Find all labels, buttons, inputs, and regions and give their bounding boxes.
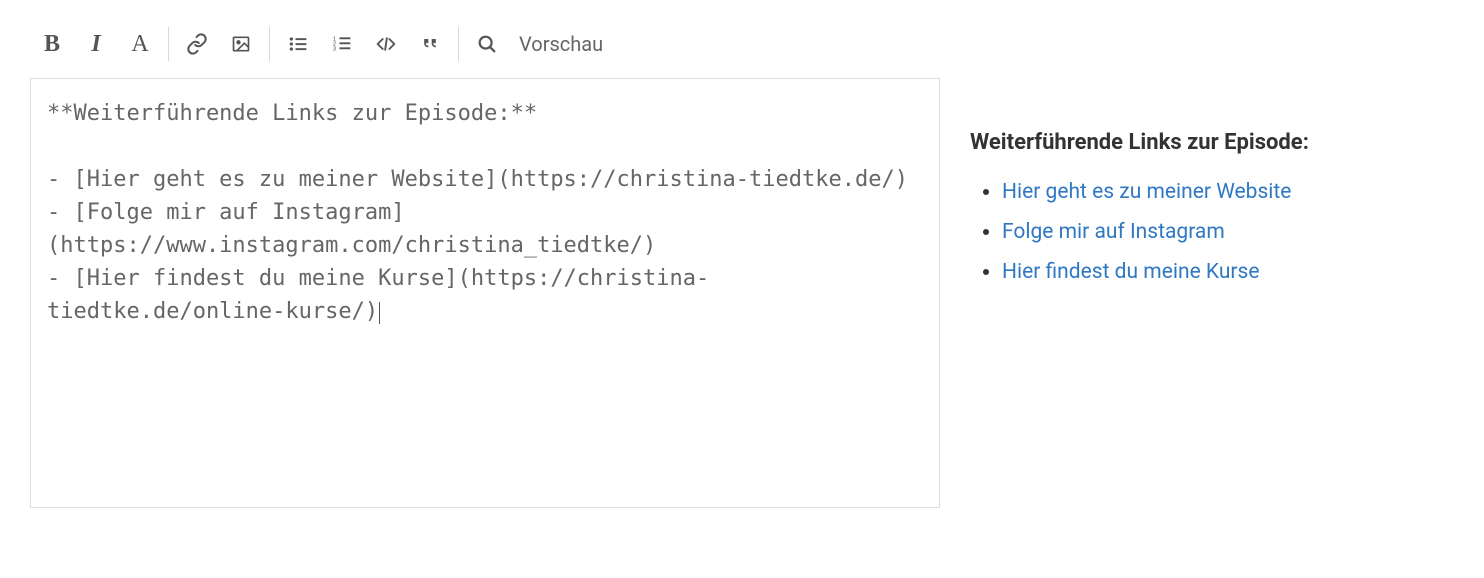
preview-toggle[interactable]: Vorschau bbox=[519, 32, 603, 56]
search-icon bbox=[476, 33, 498, 55]
search-button[interactable] bbox=[465, 24, 509, 64]
code-icon bbox=[374, 34, 398, 54]
list-item: Hier geht es zu meiner Website bbox=[1002, 173, 1454, 213]
editor-content: **Weiterführende Links zur Episode:** - … bbox=[47, 101, 908, 324]
markdown-editor[interactable]: **Weiterführende Links zur Episode:** - … bbox=[30, 78, 940, 508]
quote-icon bbox=[419, 34, 441, 54]
image-icon bbox=[230, 34, 252, 54]
quote-button[interactable] bbox=[408, 24, 452, 64]
font-icon: A bbox=[131, 31, 148, 58]
list-item: Hier findest du meine Kurse bbox=[1002, 253, 1454, 293]
ordered-list-button[interactable]: 123 bbox=[320, 24, 364, 64]
preview-link-list: Hier geht es zu meiner Website Folge mir… bbox=[970, 173, 1454, 293]
ordered-list-icon: 123 bbox=[331, 34, 353, 54]
preview-link[interactable]: Hier geht es zu meiner Website bbox=[1002, 180, 1291, 204]
italic-button[interactable]: I bbox=[74, 24, 118, 64]
list-item: Folge mir auf Instagram bbox=[1002, 213, 1454, 253]
toolbar-separator bbox=[458, 27, 459, 61]
preview-link[interactable]: Hier findest du meine Kurse bbox=[1002, 260, 1260, 284]
code-button[interactable] bbox=[364, 24, 408, 64]
link-button[interactable] bbox=[175, 24, 219, 64]
image-button[interactable] bbox=[219, 24, 263, 64]
text-cursor bbox=[379, 302, 380, 324]
font-button[interactable]: A bbox=[118, 24, 162, 64]
toolbar-separator bbox=[168, 27, 169, 61]
unordered-list-button[interactable] bbox=[276, 24, 320, 64]
preview-pane: Weiterführende Links zur Episode: Hier g… bbox=[970, 20, 1454, 508]
italic-icon: I bbox=[91, 31, 100, 58]
preview-heading: Weiterführende Links zur Episode: bbox=[970, 130, 1454, 155]
link-icon bbox=[186, 33, 208, 55]
svg-text:3: 3 bbox=[333, 47, 336, 53]
editor-toolbar: B I A 123 bbox=[30, 20, 940, 78]
bold-button[interactable]: B bbox=[30, 24, 74, 64]
toolbar-separator bbox=[269, 27, 270, 61]
bold-icon: B bbox=[44, 31, 60, 58]
unordered-list-icon bbox=[287, 34, 309, 54]
preview-link[interactable]: Folge mir auf Instagram bbox=[1002, 220, 1225, 244]
